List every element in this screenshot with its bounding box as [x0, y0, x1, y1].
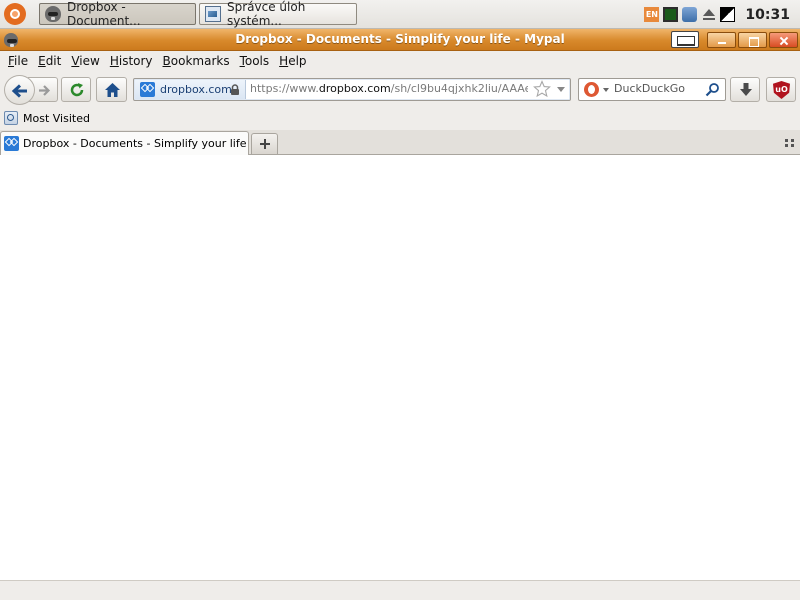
- url-path: /sh/cl9bu4qjxhk2liu/AAAem5vM: [390, 82, 528, 95]
- dropbox-favicon-icon: [140, 82, 155, 97]
- smart-folder-icon: [4, 111, 18, 125]
- bookmarks-toolbar: Most Visited: [0, 108, 800, 130]
- mypal-raccoon-icon: [45, 6, 61, 22]
- ublock-shield-icon: uO: [773, 81, 790, 99]
- network-icon[interactable]: [720, 7, 736, 22]
- tab-strip: Dropbox - Documents - Simplify your life: [0, 130, 800, 155]
- menu-history[interactable]: History: [105, 54, 158, 68]
- page-content-area[interactable]: [0, 156, 800, 580]
- system-tray: EN 10:31: [640, 0, 800, 29]
- menu-help[interactable]: Help: [274, 54, 311, 68]
- clock[interactable]: 10:31: [745, 7, 790, 23]
- url-history-dropdown-icon[interactable]: [557, 87, 565, 92]
- users-icon[interactable]: [682, 7, 698, 22]
- menu-view[interactable]: View: [66, 54, 104, 68]
- status-bar: [0, 580, 800, 600]
- home-button[interactable]: [96, 77, 127, 102]
- bookmark-label: Most Visited: [23, 111, 90, 125]
- keyboard-layout-indicator[interactable]: EN: [644, 7, 660, 22]
- window-titlebar[interactable]: Dropbox - Documents - Simplify your life…: [0, 29, 800, 51]
- minimize-button[interactable]: [707, 32, 736, 48]
- ubuntu-menu-icon[interactable]: [4, 3, 26, 25]
- back-button[interactable]: [4, 75, 35, 105]
- maximize-button[interactable]: [738, 32, 767, 48]
- tab-label: Dropbox - Documents - Simplify your life: [23, 137, 247, 150]
- home-icon: [105, 83, 120, 97]
- menu-tools[interactable]: Tools: [235, 54, 275, 68]
- downloads-button[interactable]: [730, 77, 760, 102]
- menubar: File Edit View History Bookmarks Tools H…: [0, 51, 800, 71]
- ublock-origin-button[interactable]: uO: [766, 77, 796, 102]
- reload-button[interactable]: [61, 77, 91, 102]
- arrow-left-icon: [11, 84, 27, 98]
- url-text[interactable]: https://www.dropbox.com/sh/cl9bu4qjxhk2l…: [250, 82, 528, 95]
- taskbar-item-task-manager[interactable]: Správce úloh systém...: [199, 0, 357, 28]
- cpu-monitor-icon[interactable]: [663, 7, 679, 22]
- bookmark-star-icon[interactable]: [533, 80, 551, 98]
- dropbox-favicon-icon: [4, 136, 19, 151]
- system-taskbar: Dropbox - Document... Správce úloh systé…: [0, 0, 800, 29]
- taskbar-item-dropbox[interactable]: Dropbox - Document...: [39, 0, 196, 28]
- close-button[interactable]: [769, 32, 798, 48]
- search-bar[interactable]: [578, 78, 726, 101]
- reload-icon: [70, 83, 84, 97]
- site-identity-label: dropbox.com: [160, 83, 232, 96]
- window-shade-button[interactable]: [671, 31, 699, 48]
- duckduckgo-icon[interactable]: [584, 82, 599, 97]
- navigation-toolbar: dropbox.com https://www.dropbox.com/sh/c…: [0, 71, 800, 108]
- url-prefix: https://www.: [250, 82, 319, 95]
- download-arrow-icon: [740, 83, 752, 96]
- eject-icon[interactable]: [701, 7, 716, 22]
- site-identity-button[interactable]: dropbox.com: [135, 80, 246, 99]
- lock-icon: [231, 84, 239, 95]
- bookmark-most-visited[interactable]: Most Visited: [4, 111, 90, 125]
- new-tab-button[interactable]: [251, 133, 278, 154]
- tab-dropbox[interactable]: Dropbox - Documents - Simplify your life: [0, 131, 249, 155]
- list-all-tabs-icon[interactable]: [785, 139, 794, 147]
- search-input[interactable]: [614, 82, 704, 95]
- url-host: dropbox.com: [318, 82, 391, 95]
- address-bar[interactable]: dropbox.com https://www.dropbox.com/sh/c…: [133, 78, 571, 101]
- search-engine-dropdown-icon[interactable]: [603, 88, 609, 92]
- system-monitor-icon: [205, 6, 221, 22]
- taskbar-item-label: Správce úloh systém...: [227, 0, 306, 28]
- search-icon[interactable]: [705, 82, 720, 97]
- arrow-right-icon: [39, 85, 51, 96]
- menu-bookmarks[interactable]: Bookmarks: [158, 54, 235, 68]
- taskbar-item-label: Dropbox - Document...: [67, 0, 141, 28]
- menu-file[interactable]: File: [3, 54, 33, 68]
- menu-edit[interactable]: Edit: [33, 54, 66, 68]
